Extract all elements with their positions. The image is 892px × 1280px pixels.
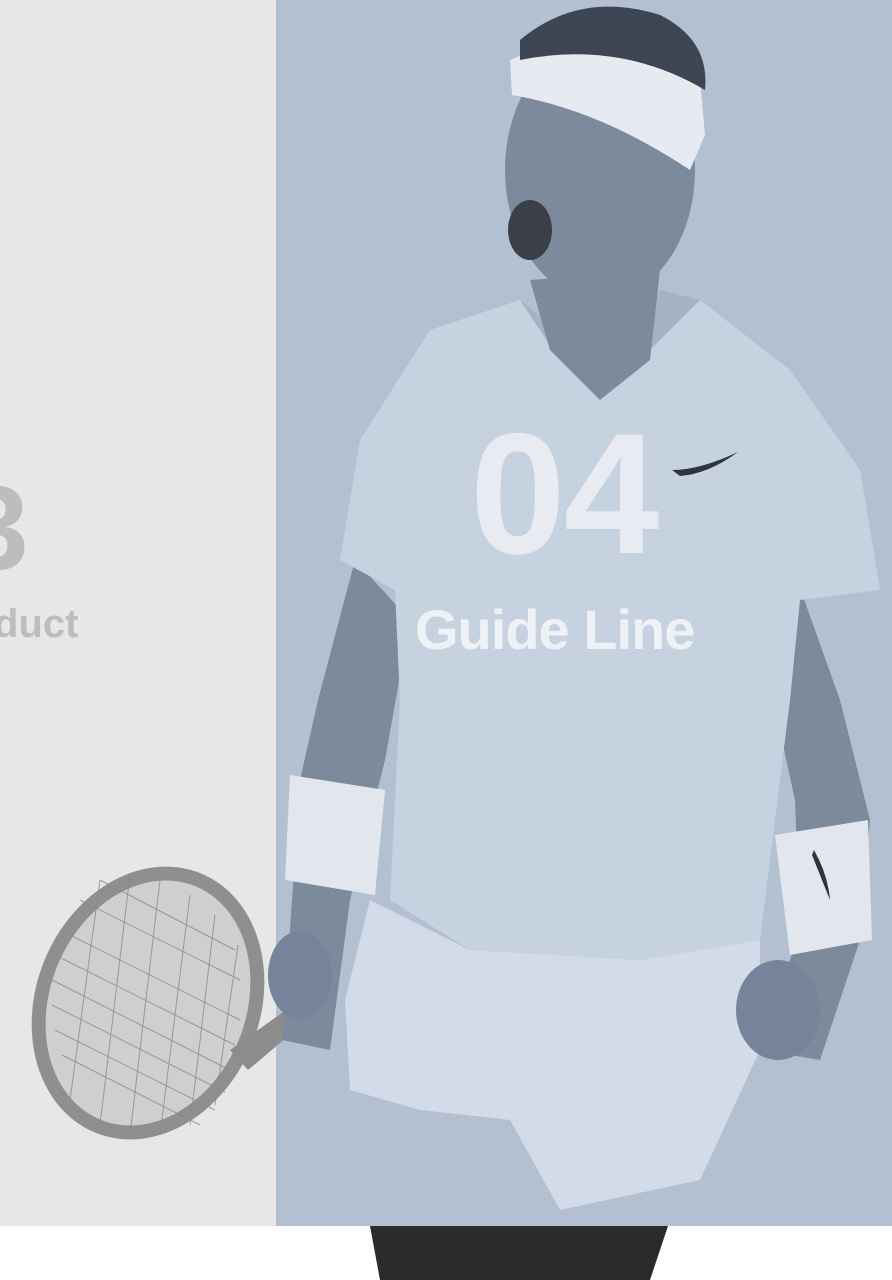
lower-photo-strip (370, 1226, 668, 1280)
section-number: 04 (470, 398, 659, 590)
section-title: Guide Line (415, 598, 695, 661)
tennis-racket-image (31, 866, 312, 1140)
slide-canvas: 3 duct (0, 0, 892, 1280)
